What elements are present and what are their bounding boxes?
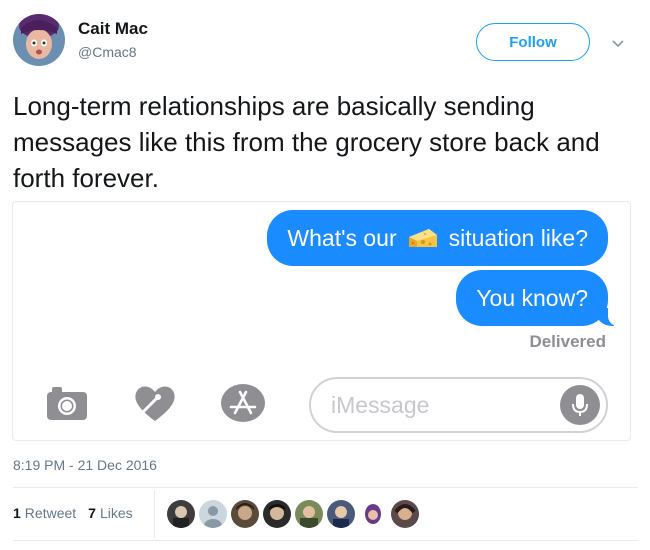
liker-avatar[interactable]: [295, 500, 323, 528]
liker-avatar[interactable]: [263, 500, 291, 528]
likes-count: 7: [88, 505, 96, 521]
tweet-image[interactable]: What's our situation like? You know? Del…: [12, 201, 631, 441]
divider: [13, 540, 638, 541]
liker-avatar[interactable]: [327, 500, 355, 528]
retweets-count: 1: [13, 505, 21, 521]
app-store-icon: [220, 383, 266, 423]
imessage-placeholder: iMessage: [331, 392, 430, 418]
chevron-down-icon[interactable]: [611, 36, 625, 48]
likers-avatars: [167, 500, 419, 528]
liker-avatar[interactable]: [391, 500, 419, 528]
imessage-input: iMessage: [309, 377, 608, 433]
tweet-timestamp[interactable]: 8:19 PM - 21 Dec 2016: [13, 457, 157, 473]
retweets-stat[interactable]: 1 Retweet: [13, 505, 76, 521]
message-text: situation like?: [448, 224, 588, 251]
message-text: You know?: [476, 284, 588, 311]
stats-separator: [154, 490, 155, 538]
microphone-icon: [560, 385, 600, 425]
retweets-label: Retweet: [24, 505, 77, 521]
message-text: What's our: [287, 224, 397, 251]
likes-label: Likes: [99, 505, 133, 521]
message-bubble-sent: What's our situation like?: [267, 210, 608, 266]
delivery-status: Delivered: [529, 332, 606, 351]
liker-avatar[interactable]: [359, 500, 387, 528]
author-avatar[interactable]: [13, 14, 65, 66]
cheese-wedge-icon: [407, 227, 439, 249]
liker-avatar[interactable]: [167, 500, 195, 528]
camera-icon: [44, 383, 90, 423]
liker-avatar[interactable]: [231, 500, 259, 528]
tweet-text: Long-term relationships are basically se…: [13, 91, 600, 193]
message-bubble-sent: You know?: [456, 270, 620, 326]
liker-avatar[interactable]: [199, 500, 227, 528]
divider: [13, 487, 638, 488]
author-name[interactable]: Cait Mac: [78, 19, 148, 39]
tweet-stats: 1 Retweet 7 Likes: [13, 505, 145, 521]
author-handle[interactable]: @Cmac8: [78, 44, 137, 60]
digital-touch-heart-icon: [132, 383, 178, 423]
follow-button[interactable]: Follow: [476, 23, 590, 61]
likes-stat[interactable]: 7 Likes: [88, 505, 132, 521]
